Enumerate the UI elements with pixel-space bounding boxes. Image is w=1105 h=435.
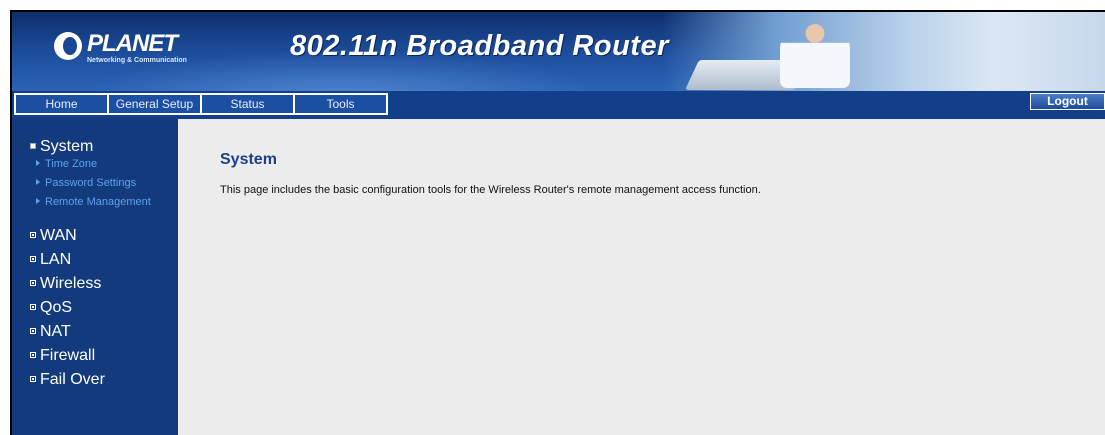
submenu-label: Password Settings (45, 177, 137, 189)
sidebar-item-label: Wireless (40, 275, 102, 292)
sidebar-item-qos[interactable]: QoS (30, 298, 72, 318)
planet-logo-icon (54, 32, 82, 60)
submenu-label: Time Zone (45, 158, 98, 170)
planet-logo: PLANET Networking & Communication (54, 30, 187, 70)
sidebar-item-label: LAN (40, 251, 72, 268)
product-title: 802.11n Broadband Router (290, 30, 669, 62)
header-banner: PLANET Networking & Communication 802.11… (12, 12, 1105, 91)
logout-button[interactable]: Logout (1030, 93, 1105, 110)
tab-general-setup[interactable]: General Setup (107, 93, 202, 115)
sidebar-item-label: Fail Over (40, 371, 105, 388)
page-description: This page includes the basic configurati… (220, 184, 761, 196)
submenu-label: Remote Management (45, 196, 151, 208)
expanded-bullet-icon (30, 143, 36, 149)
router-admin-frame: PLANET Networking & Communication 802.11… (10, 10, 1105, 435)
collapsed-bullet-icon (30, 328, 36, 334)
sidebar-item-wan[interactable]: WAN (30, 226, 77, 246)
sidebar-item-label: QoS (40, 299, 73, 316)
collapsed-bullet-icon (30, 280, 36, 286)
main-content: System This page includes the basic conf… (178, 119, 1105, 435)
sidebar-item-label: WAN (40, 227, 77, 244)
top-nav: Home General Setup Status Tools Logout (12, 91, 1105, 119)
submenu-password-settings[interactable]: Password Settings (36, 176, 136, 190)
sidebar-item-label: NAT (40, 323, 71, 340)
sidebar-item-label: System (40, 138, 94, 155)
arrow-right-icon (36, 160, 40, 166)
submenu-remote-management[interactable]: Remote Management (36, 195, 151, 209)
tab-tools[interactable]: Tools (293, 93, 388, 115)
sidebar-item-system[interactable]: System (30, 137, 93, 157)
page-title: System (220, 151, 277, 168)
sidebar-item-firewall[interactable]: Firewall (30, 346, 95, 366)
arrow-right-icon (36, 179, 40, 185)
submenu-time-zone[interactable]: Time Zone (36, 157, 97, 171)
tab-home[interactable]: Home (14, 93, 109, 115)
logo-tagline: Networking & Communication (87, 57, 187, 64)
collapsed-bullet-icon (30, 352, 36, 358)
arrow-right-icon (36, 198, 40, 204)
sidebar-item-nat[interactable]: NAT (30, 322, 71, 342)
sidebar-item-fail-over[interactable]: Fail Over (30, 370, 105, 390)
collapsed-bullet-icon (30, 376, 36, 382)
sidebar-item-lan[interactable]: LAN (30, 250, 71, 270)
sidebar-item-wireless[interactable]: Wireless (30, 274, 101, 294)
person-image (780, 18, 850, 88)
logo-name: PLANET (87, 30, 178, 57)
collapsed-bullet-icon (30, 232, 36, 238)
banner-photo (662, 12, 1105, 91)
tab-status[interactable]: Status (200, 93, 295, 115)
collapsed-bullet-icon (30, 304, 36, 310)
collapsed-bullet-icon (30, 256, 36, 262)
sidebar-item-label: Firewall (40, 347, 96, 364)
sidebar: System Time Zone Password Settings Remot… (12, 119, 178, 435)
